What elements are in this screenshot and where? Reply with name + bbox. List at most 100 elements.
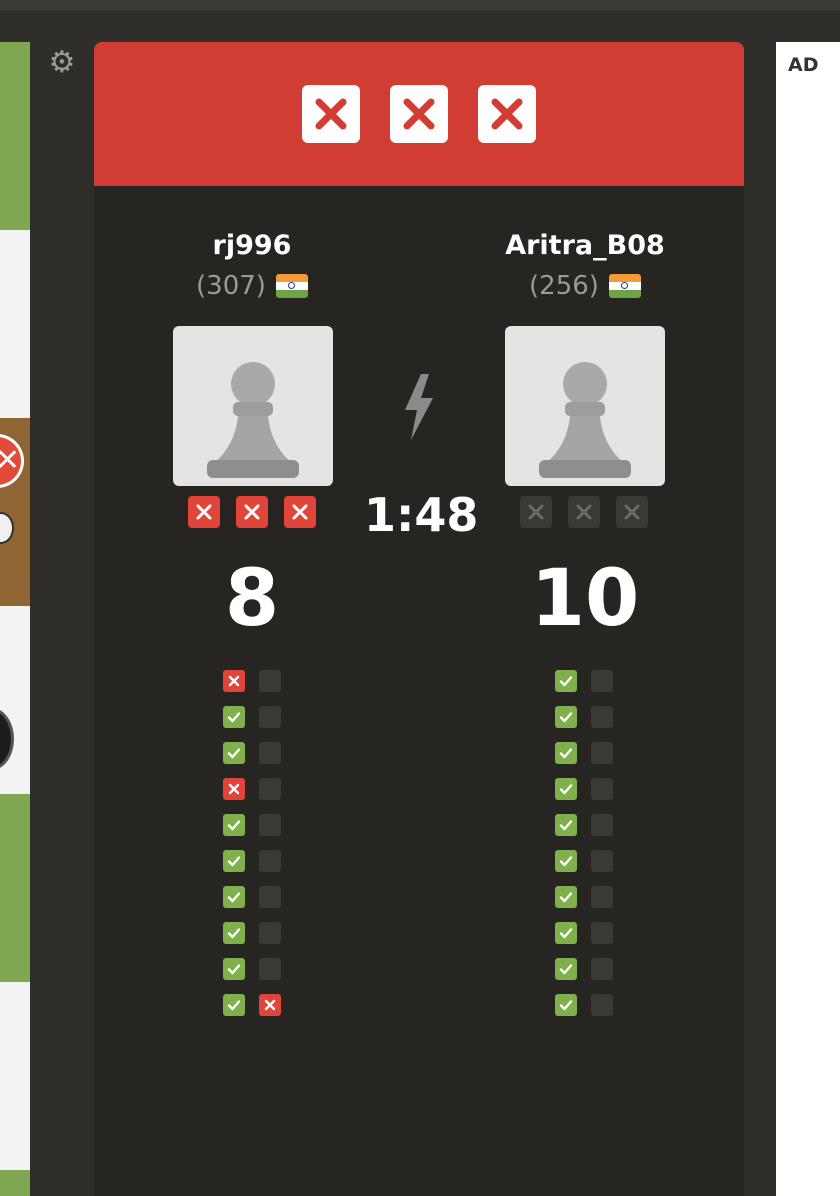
result-row xyxy=(223,706,281,742)
strike-x-icon xyxy=(236,496,268,528)
puzzle-battle-panel: rj996 (307) 8 1:48 Aritra_B08 (256) 10 xyxy=(94,42,744,1196)
empty-result-box xyxy=(591,922,613,944)
correct-check-icon[interactable] xyxy=(223,958,245,980)
correct-check-icon[interactable] xyxy=(223,850,245,872)
result-row xyxy=(223,922,281,958)
result-row xyxy=(223,994,281,1030)
correct-check-icon[interactable] xyxy=(555,994,577,1016)
result-row xyxy=(555,886,613,922)
strike-x-icon xyxy=(568,496,600,528)
result-row xyxy=(555,994,613,1030)
result-row xyxy=(223,886,281,922)
chess-board-edge[interactable]: ✕ xyxy=(0,42,30,1196)
correct-check-icon[interactable] xyxy=(223,886,245,908)
avatar[interactable] xyxy=(505,326,665,486)
correct-check-icon[interactable] xyxy=(223,922,245,944)
ad-label: AD xyxy=(788,54,819,76)
india-flag-icon xyxy=(275,274,308,298)
empty-result-box xyxy=(591,958,613,980)
player-rating: (256) xyxy=(529,271,599,301)
result-row xyxy=(223,958,281,994)
strike-x-icon xyxy=(616,496,648,528)
correct-check-icon[interactable] xyxy=(223,994,245,1016)
empty-result-box xyxy=(259,742,281,764)
correct-check-icon[interactable] xyxy=(223,742,245,764)
empty-result-box xyxy=(591,886,613,908)
avatar[interactable] xyxy=(173,326,333,486)
empty-result-box xyxy=(591,706,613,728)
correct-check-icon[interactable] xyxy=(555,778,577,800)
player-score-left: 8 xyxy=(224,554,280,644)
empty-result-box xyxy=(259,886,281,908)
settings-gear-icon[interactable]: ⚙ xyxy=(46,47,78,79)
result-row xyxy=(223,850,281,886)
result-row xyxy=(555,742,613,778)
player-info-left: rj996 (307) xyxy=(152,228,352,304)
result-row xyxy=(555,706,613,742)
empty-result-box xyxy=(591,778,613,800)
player-info-right: Aritra_B08 (256) xyxy=(485,228,685,304)
empty-result-box xyxy=(259,850,281,872)
board-square xyxy=(0,606,30,794)
correct-check-icon[interactable] xyxy=(555,706,577,728)
correct-check-icon[interactable] xyxy=(555,922,577,944)
wrong-x-icon[interactable] xyxy=(223,778,245,800)
result-row xyxy=(223,670,281,706)
wrong-x-icon[interactable] xyxy=(223,670,245,692)
strike-x-icon xyxy=(302,85,360,143)
pawn-icon xyxy=(539,362,631,478)
result-row xyxy=(555,814,613,850)
correct-check-icon[interactable] xyxy=(223,814,245,836)
empty-result-box xyxy=(259,778,281,800)
lightning-bolt-icon xyxy=(405,374,433,440)
player-strikes-left xyxy=(188,496,316,528)
results-list-left xyxy=(223,670,281,1030)
result-row xyxy=(555,778,613,814)
results-list-right xyxy=(555,670,613,1030)
correct-check-icon[interactable] xyxy=(223,706,245,728)
empty-result-box xyxy=(591,850,613,872)
correct-check-icon[interactable] xyxy=(555,814,577,836)
strikes-banner xyxy=(94,42,744,186)
board-square xyxy=(0,230,30,418)
game-timer: 1:48 xyxy=(364,488,479,542)
empty-result-box xyxy=(259,958,281,980)
result-row xyxy=(223,814,281,850)
board-square xyxy=(0,794,30,982)
correct-check-icon[interactable] xyxy=(555,850,577,872)
strike-x-icon xyxy=(284,496,316,528)
wrong-x-icon[interactable] xyxy=(259,994,281,1016)
player-strikes-right xyxy=(520,496,648,528)
result-row xyxy=(555,958,613,994)
pawn-icon xyxy=(207,362,299,478)
empty-result-box xyxy=(259,670,281,692)
player-name[interactable]: Aritra_B08 xyxy=(485,228,685,264)
empty-result-box xyxy=(591,994,613,1016)
empty-result-box xyxy=(259,706,281,728)
strike-x-icon xyxy=(188,496,220,528)
top-bar xyxy=(0,0,840,10)
strike-x-icon xyxy=(390,85,448,143)
india-flag-icon xyxy=(608,274,641,298)
board-square xyxy=(0,42,30,230)
correct-check-icon[interactable] xyxy=(555,886,577,908)
result-row xyxy=(555,922,613,958)
empty-result-box xyxy=(591,814,613,836)
ad-panel[interactable]: AD xyxy=(776,42,840,1196)
correct-check-icon[interactable] xyxy=(555,742,577,764)
board-square xyxy=(0,1170,30,1196)
correct-check-icon[interactable] xyxy=(555,958,577,980)
board-square xyxy=(0,982,30,1170)
correct-check-icon[interactable] xyxy=(555,670,577,692)
empty-result-box xyxy=(591,742,613,764)
player-score-right: 10 xyxy=(530,554,640,644)
player-name[interactable]: rj996 xyxy=(152,228,352,264)
player-rating: (307) xyxy=(196,271,266,301)
result-row xyxy=(223,742,281,778)
empty-result-box xyxy=(259,814,281,836)
empty-result-box xyxy=(259,922,281,944)
result-row xyxy=(555,670,613,706)
result-row xyxy=(555,850,613,886)
result-row xyxy=(223,778,281,814)
empty-result-box xyxy=(591,670,613,692)
